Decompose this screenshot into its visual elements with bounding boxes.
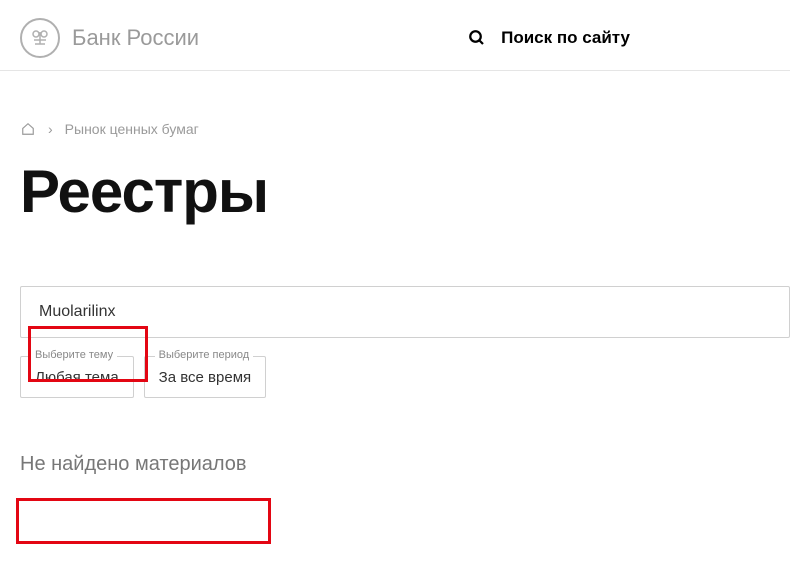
breadcrumb-item[interactable]: Рынок ценных бумаг xyxy=(65,121,199,137)
search-input[interactable] xyxy=(39,303,771,321)
logo-group[interactable]: Банк России xyxy=(20,18,199,58)
period-select[interactable]: Выберите период За все время xyxy=(144,356,266,398)
site-search[interactable]: Поиск по сайту xyxy=(467,28,630,48)
filter-row: Выберите тему Любая тема Выберите период… xyxy=(20,356,790,398)
theme-select[interactable]: Выберите тему Любая тема xyxy=(20,356,134,398)
page-title: Реестры xyxy=(0,147,790,256)
header: Банк России Поиск по сайту xyxy=(0,0,790,71)
site-name: Банк России xyxy=(72,25,199,51)
search-label: Поиск по сайту xyxy=(501,28,630,48)
breadcrumb-separator: › xyxy=(48,121,53,137)
period-label: Выберите период xyxy=(155,349,254,361)
home-icon[interactable] xyxy=(20,121,36,137)
search-input-wrap xyxy=(20,286,790,338)
search-icon xyxy=(467,28,487,48)
logo-icon xyxy=(20,18,60,58)
period-value: За все время xyxy=(159,369,251,386)
highlight-annotation-result xyxy=(16,498,271,544)
filters: Выберите тему Любая тема Выберите период… xyxy=(0,256,790,398)
breadcrumb: › Рынок ценных бумаг xyxy=(0,71,790,147)
result-message: Не найдено материалов xyxy=(20,453,247,476)
theme-label: Выберите тему xyxy=(31,349,117,361)
theme-value: Любая тема xyxy=(35,369,119,386)
